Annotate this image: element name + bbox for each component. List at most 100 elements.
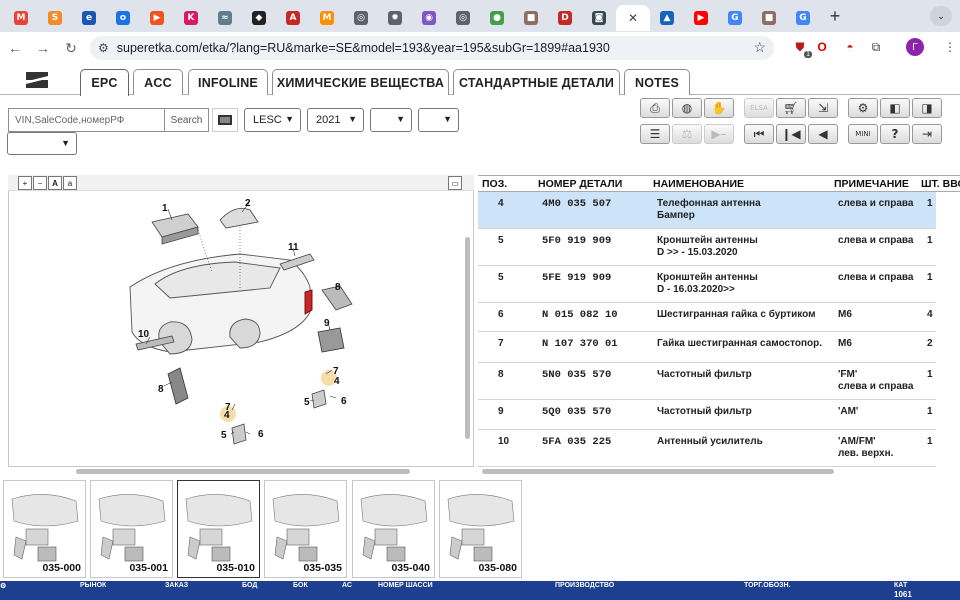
cart-icon[interactable]: 🛒︎ [776,98,806,118]
thumbnail-035-000[interactable]: 035-000 [3,480,86,578]
table-row[interactable]: 7 N 107 370 01 Гайка шестигранная самостоп… [478,332,936,363]
browser-tab[interactable]: A [276,5,310,31]
browser-tab[interactable]: ▶ [140,5,174,31]
thumbnail-035-040[interactable]: 035-040 [352,480,435,578]
select-4[interactable]: ▼ [418,108,459,132]
browser-tab[interactable]: ≈ [208,5,242,31]
browser-tab[interactable]: K [174,5,208,31]
callout-8[interactable]: 8 [335,282,341,293]
select-5[interactable]: ▼ [7,132,77,155]
browser-tab[interactable]: ■ [752,5,786,31]
callout-11[interactable]: 11 [288,242,299,253]
browser-tab[interactable]: ◎ [344,5,378,31]
font-larger-icon[interactable]: A [48,176,62,190]
play-dash-icon[interactable]: ▶– [704,124,734,144]
reload-icon[interactable]: ↻ [58,35,84,61]
fit-view-icon[interactable]: ▭ [448,176,462,190]
browser-tab[interactable]: e [72,5,106,31]
settings-icon[interactable]: ⚙ [848,98,878,118]
table-row[interactable]: 10 5FA 035 225 Антенный усилитель 'AM/FM' 1 л… [478,430,936,467]
forward-icon[interactable]: → [30,35,56,61]
callout-4[interactable]: 4 [334,376,340,387]
browser-tab[interactable]: M [310,5,344,31]
year-select[interactable]: 2021 ▼ [307,108,364,132]
col-note[interactable]: ПРИМЕЧАНИЕ [834,178,909,190]
col-part-number[interactable]: НОМЕР ДЕТАЛИ [538,178,622,190]
browser-tab[interactable]: ✕ [616,5,650,31]
ad-block-icon[interactable]: ◓ [840,37,860,57]
browser-tab[interactable]: G [786,5,820,31]
tab-chemicals[interactable]: ХИМИЧЕСКИЕ ВЕЩЕСТВА [272,69,449,95]
mini-icon[interactable]: MINI [848,124,878,144]
zoom-out-icon[interactable]: − [33,176,47,190]
callout-1[interactable]: 1 [162,203,168,214]
callout-6[interactable]: 6 [258,429,264,440]
help-icon[interactable]: ? [880,124,910,144]
zoom-in-icon[interactable]: + [18,176,32,190]
diagram-horizontal-scrollbar[interactable] [76,469,410,474]
browser-tab[interactable]: ◎ [446,5,480,31]
thumbnail-035-080[interactable]: 035-080 [439,480,522,578]
callout-2[interactable]: 2 [245,198,251,209]
browser-tab[interactable]: o [106,5,140,31]
print-icon[interactable]: ⎙ [640,98,670,118]
tab-standard-parts[interactable]: СТАНДАРТНЫЕ ДЕТАЛИ [453,69,620,95]
browser-tab[interactable]: ◉ [412,5,446,31]
font-smaller-icon[interactable]: a [63,176,77,190]
select-3[interactable]: ▼ [370,108,412,132]
table-row[interactable]: 8 5N0 035 570 Частотный фильтр 'FM' 1 слева и… [478,363,936,400]
browser-tab[interactable]: M [4,5,38,31]
thumbnail-035-001[interactable]: 035-001 [90,480,173,578]
disc-icon[interactable]: ◍ [672,98,702,118]
table-row[interactable]: 4 4M0 035 507 Телефонная антенна слева и сп… [478,192,936,229]
callout-4[interactable]: 4 [224,410,230,421]
cart-out-icon[interactable]: ⇲ [808,98,838,118]
prev-group-icon[interactable]: ❙◀ [776,124,806,144]
back-icon[interactable]: ← [2,35,28,61]
handshake-icon[interactable]: ✋ [704,98,734,118]
callout-10[interactable]: 10 [138,329,150,340]
thumbnail-035-010[interactable]: 035-010 [177,480,260,578]
table-row[interactable]: 6 N 015 082 10 Шестигранная гайка с буртик… [478,303,936,332]
barcode-icon[interactable] [212,108,238,132]
elsa-icon[interactable]: ELSA [744,98,774,118]
browser-tab[interactable]: ▲ [650,5,684,31]
browser-tab[interactable]: ▶ [684,5,718,31]
first-icon[interactable]: ⏮ [744,124,774,144]
book-right-icon[interactable]: ◨ [912,98,942,118]
url-text[interactable]: superetka.com/etka/?lang=RU&marke=SE&mod… [117,41,610,55]
tab-notes[interactable]: NOTES [624,69,690,95]
opera-icon[interactable]: O [812,37,832,57]
tab-acc[interactable]: ACC [133,69,183,95]
search-button[interactable]: Search [165,108,209,132]
bookmark-star-icon[interactable]: ☆ [753,39,766,56]
col-name[interactable]: НАИМЕНОВАНИЕ [653,178,744,190]
callout-9[interactable]: 9 [324,318,330,329]
callout-8[interactable]: 8 [158,384,164,395]
exit-icon[interactable]: ⇥ [912,124,942,144]
tab-infoline[interactable]: INFOLINE [188,69,268,95]
browser-tab[interactable]: S [38,5,72,31]
table-row[interactable]: 9 5Q0 035 570 Частотный фильтр 'AM' 1 [478,400,936,430]
prev-icon[interactable]: ◀ [808,124,838,144]
address-bar[interactable]: ⚙ superetka.com/etka/?lang=RU&marke=SE&m… [90,36,774,60]
new-tab-icon[interactable]: + [822,3,848,29]
table-row[interactable]: 5 5F0 919 909 Кронштейн антенны слева и спр… [478,229,936,266]
tab-epc[interactable]: EPC [80,69,129,96]
book-left-icon[interactable]: ◧ [880,98,910,118]
callout-5[interactable]: 5 [221,430,227,441]
browser-menu-icon[interactable]: ⋮ [940,37,960,57]
callout-5[interactable]: 5 [304,397,310,408]
vin-search-input[interactable]: VIN,SaleCode,номерРФ [8,108,165,132]
diagram-vertical-scrollbar[interactable] [465,237,470,439]
browser-tab[interactable]: G [718,5,752,31]
scale-icon[interactable]: ⚖ [672,124,702,144]
extension-shield-icon[interactable]: ⛊ 1 [790,37,812,58]
list-icon[interactable]: ☰ [640,124,670,144]
table-horizontal-scrollbar[interactable] [482,469,834,474]
site-info-icon[interactable]: ⚙ [98,41,109,55]
browser-tab[interactable]: ● [480,5,514,31]
market-select[interactable]: LESC ▼ [244,108,301,132]
profile-avatar[interactable]: Г [906,38,924,56]
browser-tab[interactable]: ◆ [242,5,276,31]
